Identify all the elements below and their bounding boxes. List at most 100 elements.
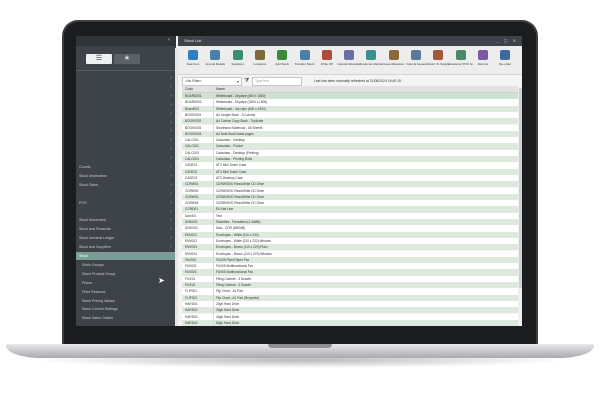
reorder-icon [500,50,511,60]
chevron-right-icon: › [170,190,172,197]
column-header-name[interactable]: Name [216,86,225,92]
chevron-down-icon: ▾ [236,79,239,84]
search-input[interactable]: Type text [252,77,302,86]
refresh-status: Last has been manually refreshed at 21/0… [314,79,401,83]
toolbar-button[interactable]: Locations [251,49,269,71]
divider [76,70,176,71]
chevron-right-icon: › [170,92,172,99]
toolbar-button[interactable]: Re-order [496,49,514,71]
sidebar-item[interactable]: › [76,208,176,216]
sidebar-item[interactable]: Stock Sales › [76,181,176,189]
filter-icon[interactable]: ⧩ [244,77,249,85]
toolbar-button[interactable]: Issue Allocation [383,49,404,71]
column-header-code[interactable]: Code [185,86,193,92]
toolbar-button-label: Transfer Stock [294,62,315,66]
chevron-right-icon: › [170,217,172,224]
chevron-right-icon: › [170,253,172,259]
toolbar-button[interactable]: Returns [474,49,492,71]
toolbar-button-label: Customer Allocation [359,62,383,66]
cell-name: 60gb Hard Drive [216,320,240,325]
locations-icon [254,50,265,60]
new-item-icon [188,50,198,60]
sidebar-item[interactable]: › [76,92,176,100]
sidebar-item[interactable]: › [76,119,176,127]
issue-allocation-icon [388,50,399,60]
sidebar-item[interactable]: Stock Information › [76,172,176,180]
sidebar-item[interactable]: Stock Sales Orders [76,314,176,322]
sidebar-item[interactable]: Stock › [76,252,176,260]
chevron-right-icon: › [170,75,172,81]
filter-row: <No Filter> ▾ ⧩ Type text Last has been … [178,76,522,86]
toolbar-button-label: Locations [253,62,267,66]
sidebar-item[interactable]: › [76,154,176,162]
sidebar-item[interactable]: › [76,136,176,144]
toolbar-button-label: Amend Details [205,62,226,66]
laptop-notch [268,344,332,348]
sidebar-item[interactable]: Stock Groups [76,261,176,269]
toolbar-button[interactable]: Internal Issues [406,49,426,71]
toolbar-button[interactable]: Customer Allocation [359,49,383,71]
sidebar-item-label: Stock [79,254,88,258]
sidebar-tabs: ☰ ★ [82,54,140,64]
filter-select[interactable]: <No Filter> ▾ [182,77,242,86]
tab-favourites[interactable]: ★ [114,54,140,64]
table-scrollbar[interactable] [518,86,522,326]
toolbar-button-label: Internal Issues [406,62,426,66]
sidebar-scrollbar[interactable] [175,48,178,326]
window-controls[interactable]: _ ▢ ✕ [496,36,518,46]
toolbar-button-label: Write Off [320,62,333,66]
poo-issues-icon [455,50,466,60]
sidebar-item[interactable]: › [76,110,176,118]
sidebar-item-label: Stock and Suppliers [79,245,111,250]
sidebar-item-label: Price Reasons [82,289,106,294]
chevron-right-icon: › [170,199,172,206]
sidebar-item[interactable]: › [76,127,176,135]
tab-menu[interactable]: ☰ [86,54,112,64]
sidebar-item[interactable]: Price Reasons [76,288,176,296]
toolbar-button[interactable]: Amend Details [205,49,226,71]
return-icon [433,50,444,60]
sidebar-item[interactable]: Stock Movement › [76,216,176,224]
window-title: Stock List [184,38,202,43]
sidebar-item[interactable]: › [76,145,176,153]
window-titlebar: Stock List _ ▢ ✕ [178,36,522,46]
sidebar-item[interactable]: › [76,83,176,91]
sidebar-item[interactable]: Counts › [76,163,176,171]
chevron-right-icon: › [170,235,172,242]
scrollbar-thumb[interactable] [518,88,522,288]
internal-issues-icon [411,50,421,60]
chevron-right-icon: › [170,155,172,162]
sidebar-item[interactable]: Stock and Financial › [76,225,176,233]
screen: ‹ ☰ ★ › › › › › › › › › › Counts › Stock Information… [76,36,522,326]
chevron-right-icon: › [170,110,172,117]
sidebar-item-label: Stock Sales Orders [82,316,113,321]
toolbar-button[interactable]: Write Off [318,49,336,71]
chevron-right-icon: › [170,208,172,215]
chevron-right-icon: › [170,164,172,170]
chevron-right-icon: › [170,128,172,135]
suppliers-icon [232,50,243,60]
toolbar-button[interactable]: Suppliers [229,49,247,71]
collapse-icon[interactable]: ‹ [168,37,170,43]
sidebar-item[interactable]: Stock and Suppliers › [76,243,176,251]
toolbar-button[interactable]: Internal Allocation [337,49,361,71]
sidebar-item[interactable]: › [76,74,176,82]
toolbar-button[interactable]: Return To Supplier [426,49,450,71]
toolbar-button[interactable]: Customer POO Issues [449,49,473,71]
column-divider [213,86,214,326]
sidebar-item[interactable]: POS › [76,199,176,207]
toolbar-button[interactable]: Add Stock [273,49,291,71]
sidebar-item[interactable]: › [76,101,176,109]
toolbar-button[interactable]: New Item [184,49,202,71]
chevron-right-icon: › [170,137,172,144]
chevron-right-icon: › [170,119,172,126]
sidebar-item-label: Stock Sales [79,182,98,187]
table-row[interactable]: HARD04 60gb Hard Drive [182,319,518,326]
mouse-cursor-icon: ➤ [158,276,165,285]
sidebar-item[interactable]: Stock Nominal Ledger › [76,234,176,242]
sidebar-item-label: Stock Pricing Values [82,298,115,303]
sidebar-item[interactable]: Stock Pricing Values [76,297,176,305]
toolbar-button[interactable]: Transfer Stock [294,49,315,71]
sidebar-item[interactable]: Stock Control Settings [76,305,176,313]
sidebar-item[interactable]: › [76,190,176,198]
